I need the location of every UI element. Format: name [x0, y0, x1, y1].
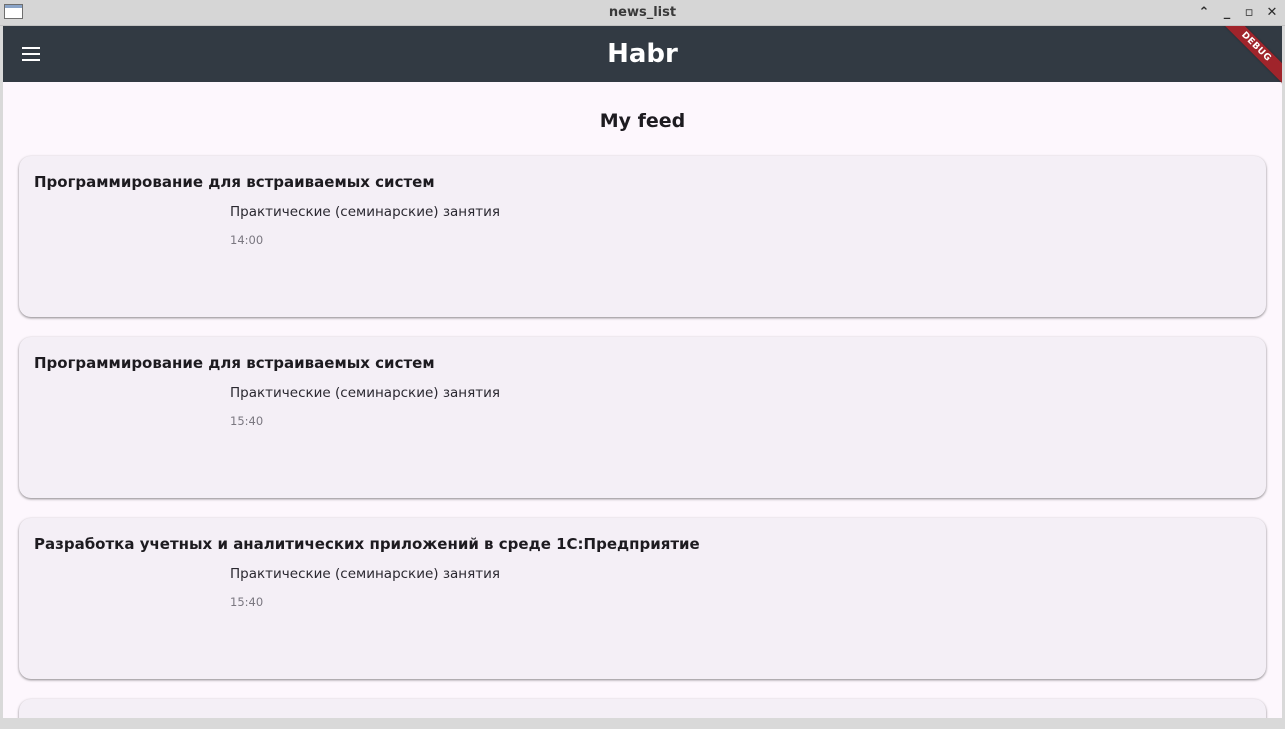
window-minimize-icon[interactable]: _ [1218, 3, 1236, 21]
news-card-title: Разработка учетных и аналитических прило… [34, 535, 700, 553]
news-card-time: 15:40 [230, 595, 264, 609]
news-card-title: Программирование для встраиваемых систем [34, 173, 435, 191]
window-close-icon[interactable]: ✕ [1263, 3, 1281, 21]
news-card-title: Программирование для встраиваемых систем [34, 354, 435, 372]
news-card[interactable]: Программирование для встраиваемых систем… [19, 337, 1266, 498]
feed-heading: My feed [599, 110, 686, 132]
app-content: Habr DEBUG My feed Программирование для … [3, 26, 1282, 718]
window-shade-icon[interactable]: ⌃ [1195, 3, 1213, 21]
app-bar: Habr DEBUG [3, 26, 1282, 95]
news-card[interactable]: Программирование для встраиваемых систем… [19, 156, 1266, 317]
app-window: news_list ⌃ _ ▫ ✕ Habr DEBUG My feed Про… [0, 0, 1285, 729]
window-titlebar[interactable]: news_list ⌃ _ ▫ ✕ [0, 0, 1285, 26]
news-card-subtitle: Практические (семинарские) занятия [230, 566, 501, 582]
news-card[interactable]: Разработка учетных и аналитических прило… [19, 518, 1266, 679]
news-card-subtitle: Практические (семинарские) занятия [230, 204, 501, 220]
news-card-time: 14:00 [230, 233, 264, 247]
news-card-subtitle: Практические (семинарские) занятия [230, 385, 501, 401]
news-card-partial[interactable] [19, 699, 1266, 718]
feed-list: Программирование для встраиваемых систем… [19, 156, 1266, 718]
window-maximize-icon[interactable]: ▫ [1240, 3, 1258, 21]
news-card-time: 15:40 [230, 414, 264, 428]
window-title: news_list [608, 5, 677, 20]
app-title: Habr [607, 39, 678, 69]
